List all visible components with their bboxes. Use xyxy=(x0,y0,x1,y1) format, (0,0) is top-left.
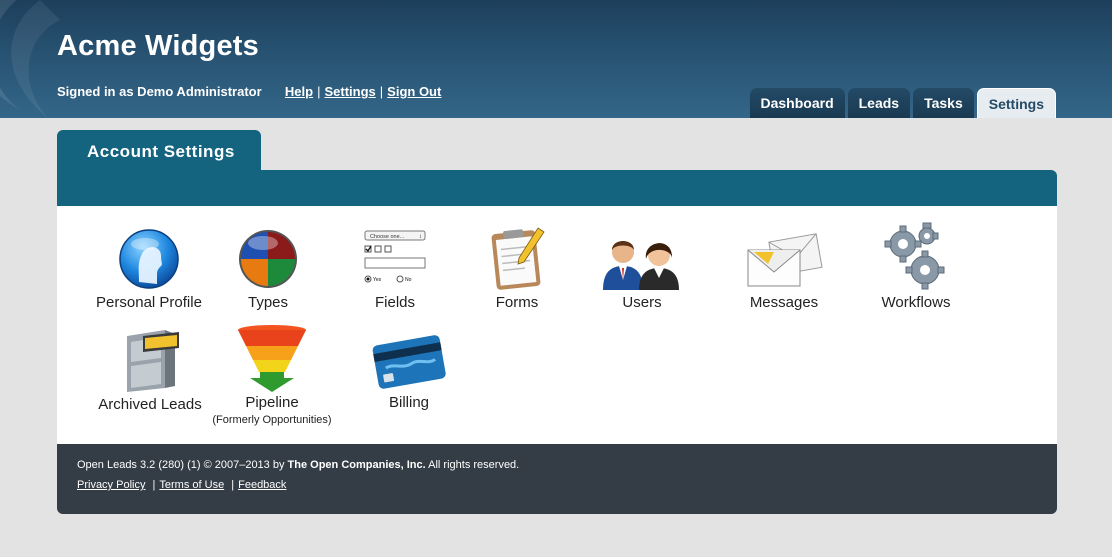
forms-item[interactable]: Forms xyxy=(481,224,553,311)
users-item[interactable]: Users xyxy=(601,226,683,311)
link-separator: | xyxy=(152,479,156,491)
types-item[interactable]: Types xyxy=(225,226,311,311)
users-label: Users xyxy=(622,294,662,311)
fields-item[interactable]: Choose one... ↕ Yes No Fields xyxy=(357,228,433,311)
credit-card-icon xyxy=(372,335,446,389)
feedback-link[interactable]: Feedback xyxy=(238,479,286,491)
panel-header-bar xyxy=(57,170,1057,206)
signed-in-text: Signed in as Demo Administrator xyxy=(57,84,262,99)
billing-label: Billing xyxy=(388,394,430,411)
archived-leads-item[interactable]: Archived Leads xyxy=(95,326,205,413)
user-bar: Signed in as Demo Administrator Help | Set… xyxy=(57,84,441,99)
svg-text:Yes: Yes xyxy=(373,277,382,283)
personal-profile-label: Personal Profile xyxy=(96,294,202,311)
copyright-prefix: Open Leads 3.2 (280) (1) © 2007–2013 by xyxy=(77,459,285,471)
pipeline-sublabel: (Formerly Opportunities) xyxy=(212,414,332,426)
clipboard-icon xyxy=(491,227,545,290)
rights-text: All rights reserved. xyxy=(428,459,520,471)
tab-tasks[interactable]: Tasks xyxy=(913,88,974,118)
page-footer: Open Leads 3.2 (280) (1) © 2007–2013 by … xyxy=(57,444,1057,514)
tab-leads[interactable]: Leads xyxy=(847,88,911,118)
forms-label: Forms xyxy=(495,294,539,311)
settings-icon-grid: Personal Profile Types Choose one... ↕ Y… xyxy=(57,206,1057,444)
svg-text:↕: ↕ xyxy=(419,234,422,240)
link-separator: | xyxy=(379,84,384,99)
pipeline-item[interactable]: Pipeline (Formerly Opportunities) xyxy=(207,324,337,426)
copyright-line: Open Leads 3.2 (280) (1) © 2007–2013 by … xyxy=(77,459,1037,471)
gears-icon xyxy=(884,222,945,290)
types-pie-icon xyxy=(239,230,297,288)
pipeline-label: Pipeline xyxy=(245,394,299,411)
terms-of-use-link[interactable]: Terms of Use xyxy=(159,479,224,491)
settings-link[interactable]: Settings xyxy=(324,84,375,99)
archived-leads-label: Archived Leads xyxy=(98,396,202,413)
svg-text:Choose one...: Choose one... xyxy=(370,234,405,240)
workflows-label: Workflows xyxy=(881,294,951,311)
types-label: Types xyxy=(247,294,289,311)
help-link[interactable]: Help xyxy=(285,84,313,99)
messages-label: Messages xyxy=(749,294,819,311)
app-title: Acme Widgets xyxy=(57,30,259,62)
funnel-icon xyxy=(238,325,306,392)
workflows-item[interactable]: Workflows xyxy=(877,222,955,311)
messages-item[interactable]: Messages xyxy=(743,230,825,311)
personal-profile-item[interactable]: Personal Profile xyxy=(91,226,207,311)
main-tabs: Dashboard Leads Tasks Settings xyxy=(749,88,1056,118)
profile-icon xyxy=(119,229,179,289)
file-cabinet-icon xyxy=(127,330,179,392)
fields-form-icon: Choose one... ↕ Yes No xyxy=(364,230,426,283)
app-header: Acme Widgets Signed in as Demo Administr… xyxy=(0,0,1112,118)
link-separator: | xyxy=(231,479,235,491)
sign-out-link[interactable]: Sign Out xyxy=(387,84,441,99)
billing-item[interactable]: Billing xyxy=(371,330,447,411)
envelopes-icon xyxy=(747,233,823,287)
privacy-policy-link[interactable]: Privacy Policy xyxy=(77,479,145,491)
footer-links: Privacy Policy | Terms of Use | Feedback xyxy=(77,479,1037,491)
company-name: The Open Companies, Inc. xyxy=(287,459,426,471)
fields-label: Fields xyxy=(374,294,415,311)
tab-dashboard[interactable]: Dashboard xyxy=(749,88,845,118)
panel-title: Account Settings xyxy=(57,130,261,172)
link-separator: | xyxy=(317,84,321,99)
svg-text:No: No xyxy=(405,277,412,283)
users-icon xyxy=(603,241,679,290)
tab-settings[interactable]: Settings xyxy=(976,88,1056,118)
